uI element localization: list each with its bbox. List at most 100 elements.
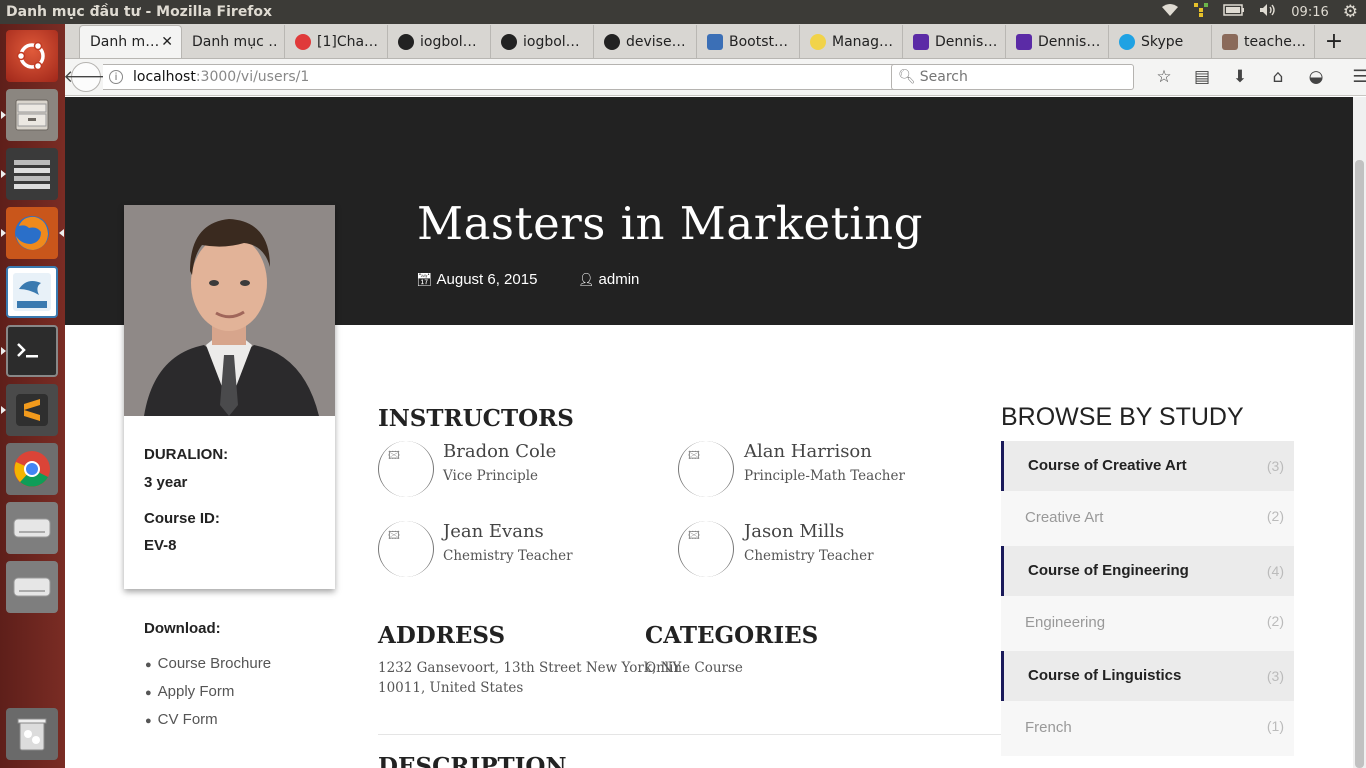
search-icon: 🔍︎ bbox=[898, 69, 916, 85]
search-bar[interactable]: 🔍︎ bbox=[891, 64, 1134, 90]
system-tray: 09:16 ⚙ bbox=[1161, 2, 1366, 22]
download-link[interactable]: ● CV Form bbox=[145, 711, 218, 728]
address-heading: ADDRESS bbox=[378, 622, 506, 649]
instructor-avatar[interactable]: 🖾 bbox=[678, 441, 734, 497]
tab-label: [1]Cha… bbox=[317, 33, 379, 50]
address-line: 1232 Gansevoort, 13th Street New York, N… bbox=[378, 660, 682, 676]
tab[interactable]: Danh m… ✕ bbox=[79, 25, 182, 58]
battery-icon[interactable] bbox=[1223, 4, 1245, 20]
category-item[interactable]: Engineering (2) bbox=[1001, 596, 1294, 651]
wifi-icon[interactable] bbox=[1161, 3, 1179, 21]
tab[interactable]: Danh mục … bbox=[182, 25, 285, 58]
files-icon[interactable] bbox=[6, 89, 58, 141]
mysql-workbench-icon[interactable] bbox=[6, 266, 58, 318]
drive-icon[interactable] bbox=[6, 561, 58, 613]
download-title: Download: bbox=[144, 620, 221, 637]
new-tab-button[interactable]: + bbox=[1315, 25, 1353, 58]
volume-icon[interactable] bbox=[1259, 3, 1277, 21]
post-date: 📅︎ August 6, 2015 bbox=[416, 271, 538, 288]
bookmark-star-icon[interactable]: ☆ bbox=[1145, 67, 1183, 87]
gear-icon[interactable]: ⚙ bbox=[1343, 2, 1358, 22]
category-link[interactable]: Online Course bbox=[645, 658, 743, 678]
clock[interactable]: 09:16 bbox=[1291, 5, 1328, 20]
tab[interactable]: iogbol… bbox=[388, 25, 491, 58]
ubuntu-dash-icon[interactable] bbox=[6, 30, 58, 82]
close-icon[interactable]: ✕ bbox=[161, 34, 173, 50]
tab[interactable]: Skype bbox=[1109, 25, 1212, 58]
menu-icon[interactable]: ☰ bbox=[1341, 67, 1366, 87]
instructor-role: Chemistry Teacher bbox=[443, 548, 573, 564]
browse-heading: BROWSE BY STUDY bbox=[1001, 403, 1244, 431]
course-photo bbox=[124, 205, 335, 416]
download-icon[interactable]: ⬇ bbox=[1221, 67, 1259, 87]
broken-image-icon: 🖾 bbox=[388, 529, 400, 542]
instructor-avatar[interactable]: 🖾 bbox=[678, 521, 734, 577]
instructor-avatar[interactable]: 🖾 bbox=[378, 521, 434, 577]
course-info-card: DURALION: 3 year Course ID: EV-8 bbox=[124, 205, 335, 589]
instructor-avatar[interactable]: 🖾 bbox=[378, 441, 434, 497]
instructor-name[interactable]: Jason Mills bbox=[744, 521, 844, 542]
tab-label: iogbol… bbox=[523, 33, 580, 50]
tab[interactable]: teache… bbox=[1212, 25, 1315, 58]
count-badge: (3) bbox=[1266, 668, 1284, 684]
tab[interactable]: Bootst… bbox=[697, 25, 800, 58]
tab[interactable]: iogbol… bbox=[491, 25, 594, 58]
count-badge: (3) bbox=[1266, 458, 1284, 474]
tab[interactable]: Manag… bbox=[800, 25, 903, 58]
calendar-icon: 📅︎ bbox=[416, 271, 433, 287]
info-icon[interactable]: i bbox=[109, 70, 123, 84]
tab[interactable]: Dennis… bbox=[1006, 25, 1109, 58]
tab[interactable]: devise… bbox=[594, 25, 697, 58]
pocket-icon[interactable]: ◒ bbox=[1297, 67, 1335, 87]
github-icon bbox=[398, 33, 414, 50]
tab-label: Bootst… bbox=[729, 33, 789, 50]
chrome-icon[interactable] bbox=[6, 443, 58, 495]
url-bar[interactable]: i localhost:3000/vi/users/1 ▭ ↻ bbox=[103, 64, 948, 90]
trash-icon[interactable] bbox=[6, 708, 58, 760]
category-item[interactable]: Creative Art (2) bbox=[1001, 491, 1294, 546]
user-icon: 👤︎ bbox=[578, 271, 595, 287]
instructor-name[interactable]: Alan Harrison bbox=[744, 441, 872, 462]
category-group-header[interactable]: Course of Engineering (4) bbox=[1001, 546, 1294, 596]
scrollbar-thumb[interactable] bbox=[1355, 160, 1364, 768]
sublime-text-icon[interactable] bbox=[6, 384, 58, 436]
instructor-role: Vice Principle bbox=[443, 468, 539, 484]
ubuntu-launcher bbox=[0, 24, 65, 768]
download-link[interactable]: ● Apply Form bbox=[145, 683, 234, 700]
instructor-role: Principle-Math Teacher bbox=[744, 468, 905, 484]
instructor-name[interactable]: Bradon Cole bbox=[443, 441, 556, 462]
github-icon bbox=[501, 33, 517, 50]
page-title: Masters in Marketing bbox=[417, 197, 923, 250]
search-input[interactable] bbox=[919, 69, 1120, 85]
instructor-name[interactable]: Jean Evans bbox=[443, 521, 544, 542]
download-link[interactable]: ● Course Brochure bbox=[145, 655, 271, 672]
drive-icon[interactable] bbox=[6, 502, 58, 554]
system-top-panel: Danh mục đầu tư - Mozilla Firefox 09:16 … bbox=[0, 0, 1366, 24]
back-button[interactable]: 🡐 bbox=[63, 62, 109, 92]
terminal-icon[interactable] bbox=[6, 325, 58, 377]
count-badge: (4) bbox=[1266, 563, 1284, 579]
course-id-value: EV-8 bbox=[144, 537, 177, 554]
tab-label: Danh m… bbox=[90, 34, 160, 50]
document-viewer-icon[interactable] bbox=[6, 148, 58, 200]
github-icon bbox=[604, 33, 620, 50]
firefox-icon[interactable] bbox=[6, 207, 58, 259]
tab-label: Danh mục … bbox=[192, 33, 276, 50]
post-author[interactable]: 👤︎ admin bbox=[578, 271, 639, 288]
category-group-header[interactable]: Course of Linguistics (3) bbox=[1001, 651, 1294, 701]
tab-label: Dennis… bbox=[1038, 33, 1100, 50]
page-content: Masters in Marketing 📅︎ August 6, 2015 👤… bbox=[65, 97, 1353, 768]
count-badge: (2) bbox=[1266, 508, 1284, 524]
chat-icon bbox=[295, 33, 311, 50]
category-group-header[interactable]: Course of Creative Art (3) bbox=[1001, 441, 1294, 491]
tab[interactable]: [1]Cha… bbox=[285, 25, 388, 58]
heroku-icon bbox=[913, 33, 929, 50]
reading-list-icon[interactable]: ▤ bbox=[1183, 67, 1221, 87]
instructors-heading: INSTRUCTORS bbox=[378, 405, 574, 432]
app-indicator-icon[interactable] bbox=[1193, 2, 1209, 22]
home-icon[interactable]: ⌂ bbox=[1259, 67, 1297, 87]
tab[interactable]: Dennis… bbox=[903, 25, 1006, 58]
category-item[interactable]: French (1) bbox=[1001, 701, 1294, 756]
tab-label: Manag… bbox=[832, 33, 893, 50]
bulb-icon bbox=[810, 33, 826, 50]
